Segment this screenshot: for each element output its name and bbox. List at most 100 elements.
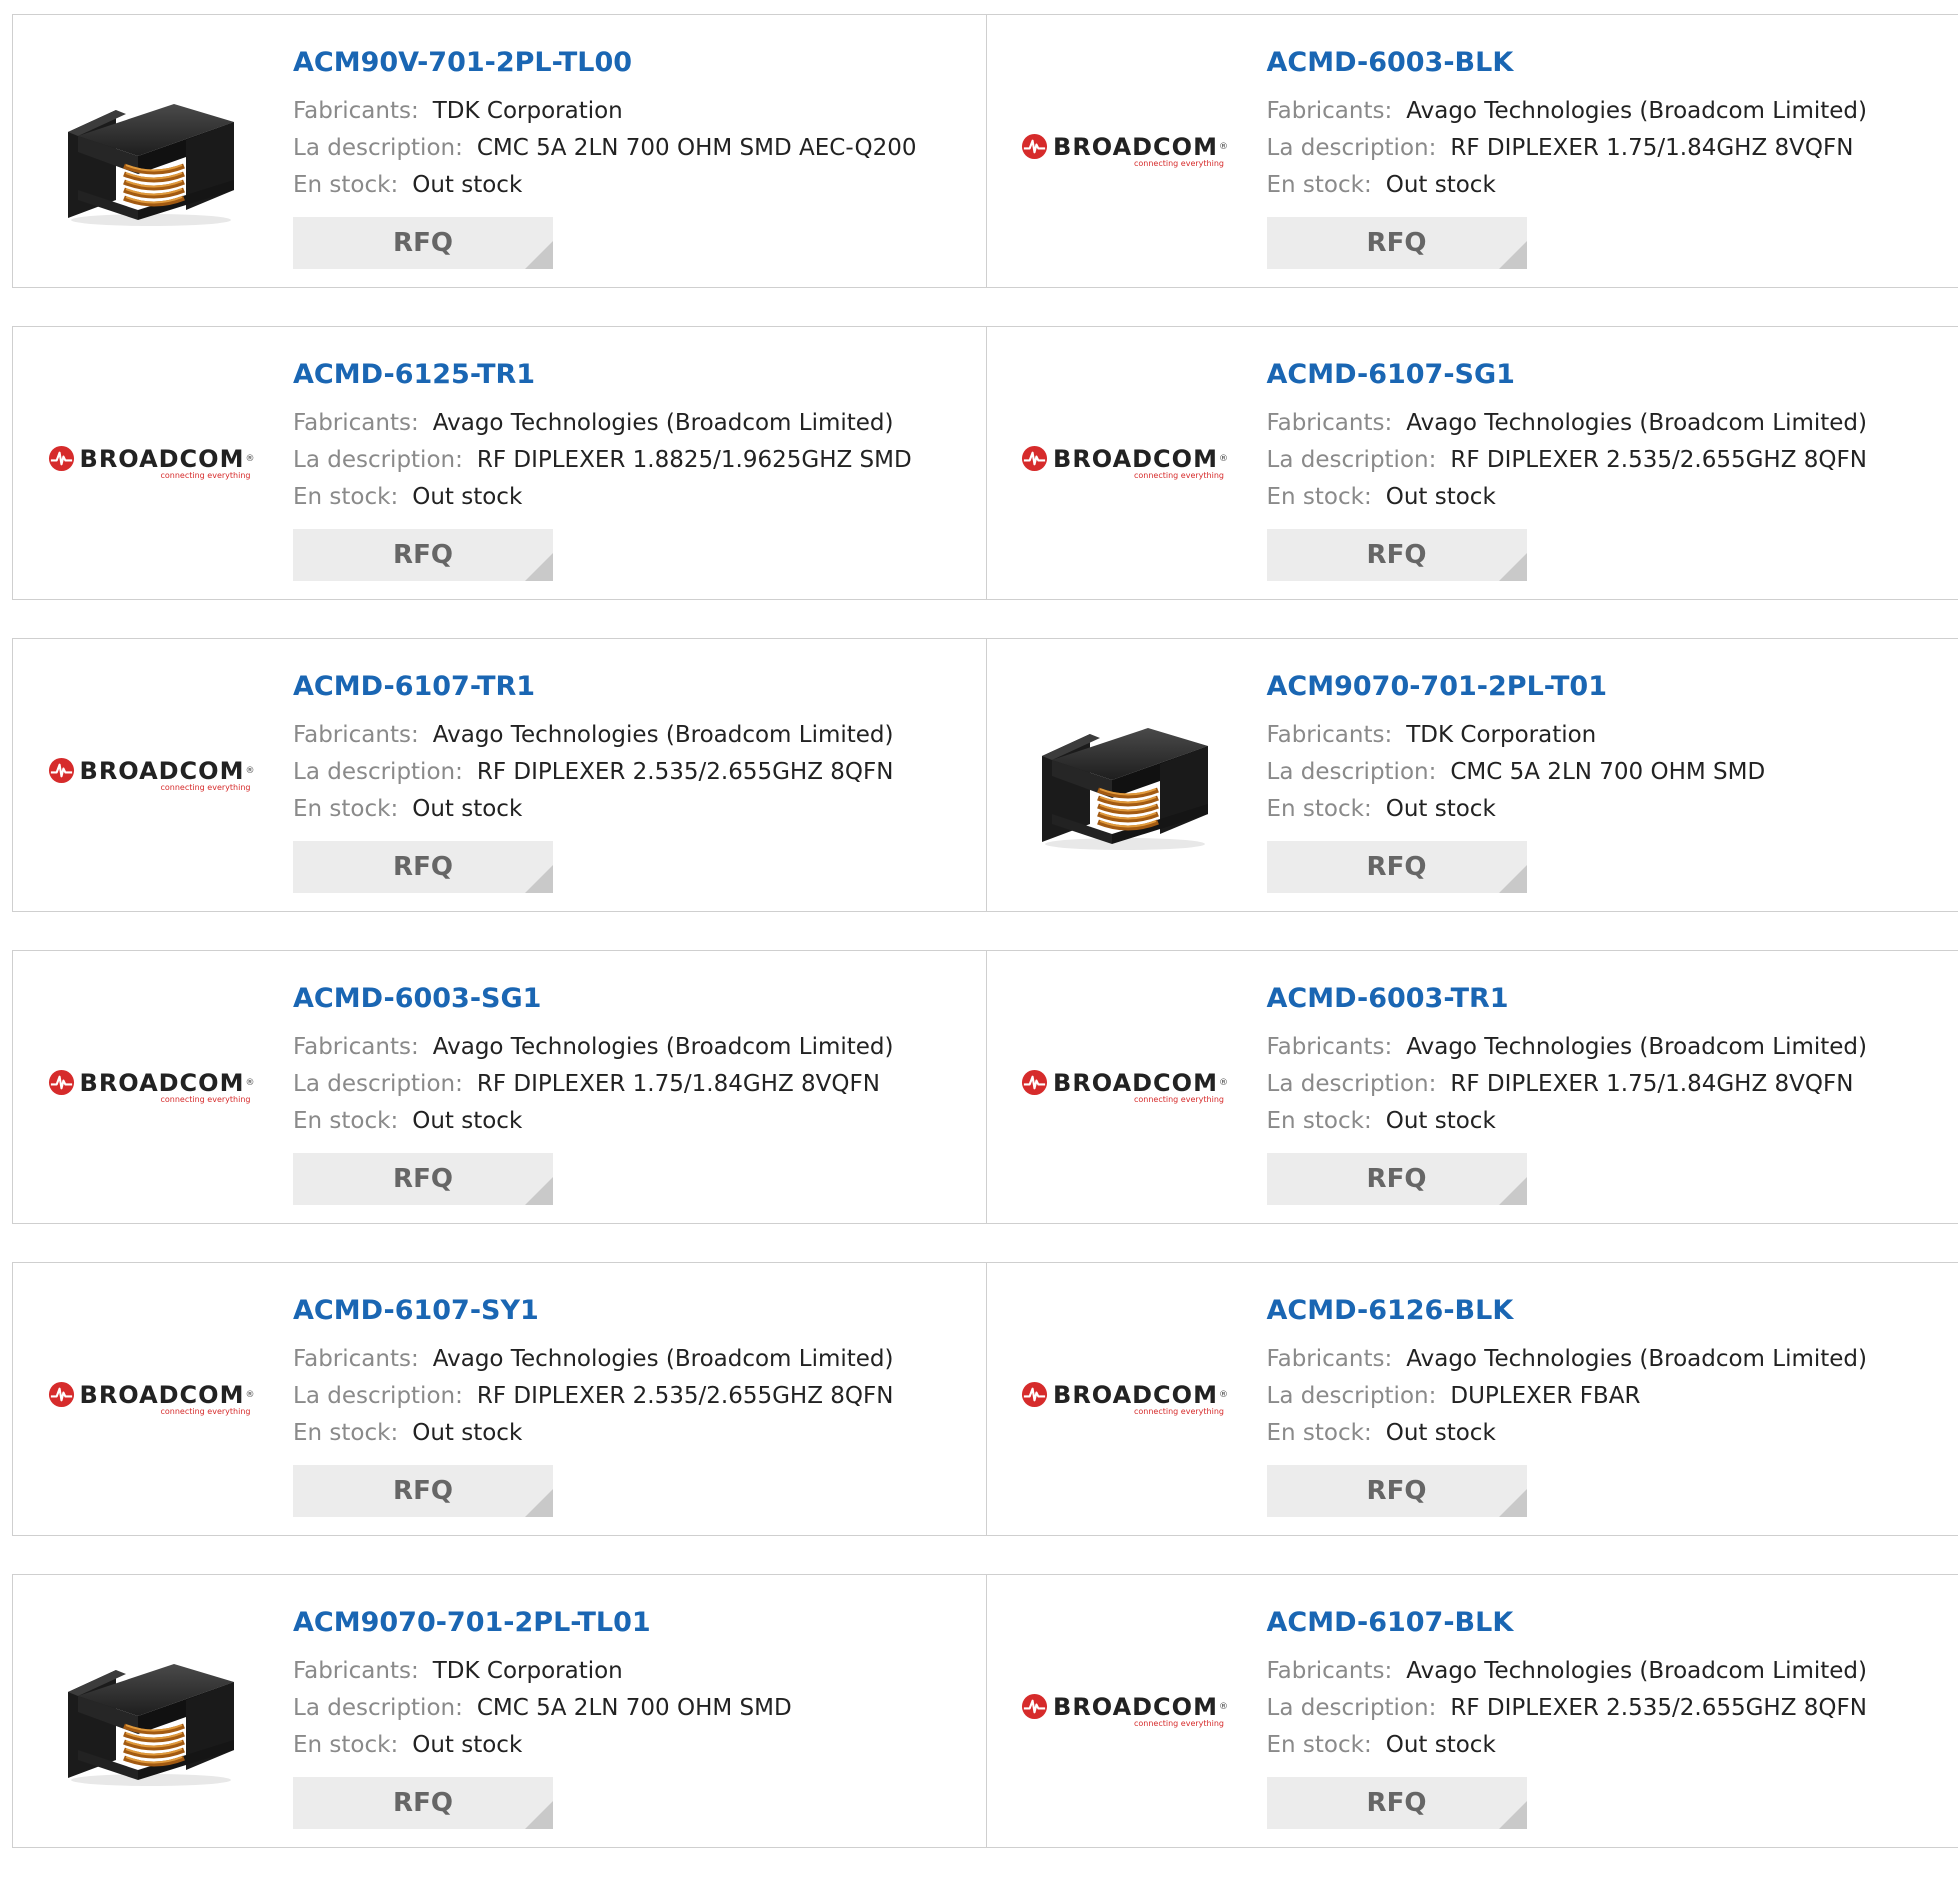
description-line: La description: RF DIPLEXER 1.8825/1.9625… bbox=[293, 442, 912, 479]
rfq-button[interactable]: RFQ bbox=[293, 529, 553, 581]
manufacturer-value: Avago Technologies (Broadcom Limited) bbox=[433, 410, 894, 436]
inductor-chip-image bbox=[1030, 694, 1220, 854]
stock-label: En stock: bbox=[1267, 1732, 1372, 1758]
rfq-button[interactable]: RFQ bbox=[293, 1465, 553, 1517]
broadcom-tagline: connecting everything bbox=[160, 471, 250, 480]
stock-value: Out stock bbox=[1386, 484, 1496, 510]
rfq-button[interactable]: RFQ bbox=[1267, 1777, 1527, 1829]
manufacturer-label: Fabricants: bbox=[293, 1658, 419, 1684]
rfq-button[interactable]: RFQ bbox=[293, 1777, 553, 1829]
description-line: La description:RF DIPLEXER 2.535/2.655GH… bbox=[1267, 442, 1868, 479]
description-value: RF DIPLEXER 1.75/1.84GHZ 8VQFN bbox=[1450, 135, 1853, 161]
rfq-button[interactable]: RFQ bbox=[1267, 1465, 1527, 1517]
stock-label: En stock: bbox=[293, 172, 398, 198]
product-row: BROADCOM® connecting everything ACMD-610… bbox=[12, 638, 1958, 912]
manufacturer-label: Fabricants: bbox=[1267, 722, 1393, 748]
part-number-link[interactable]: ACMD-6003-SG1 bbox=[293, 981, 894, 1017]
stock-value: Out stock bbox=[412, 1108, 522, 1134]
part-number-link[interactable]: ACMD-6126-BLK bbox=[1267, 1293, 1868, 1329]
stock-line: En stock:Out stock bbox=[1267, 167, 1868, 204]
manufacturer-line: Fabricants:Avago Technologies (Broadcom … bbox=[1267, 1029, 1868, 1066]
broadcom-pulse-icon bbox=[1021, 445, 1048, 472]
stock-label: En stock: bbox=[1267, 1108, 1372, 1134]
part-number-link[interactable]: ACMD-6107-SY1 bbox=[293, 1293, 894, 1329]
description-label: La description: bbox=[1267, 759, 1437, 785]
manufacturer-label: Fabricants: bbox=[1267, 1346, 1393, 1372]
stock-line: En stock:Out stock bbox=[293, 1727, 792, 1764]
broadcom-pulse-icon bbox=[48, 1069, 75, 1096]
rfq-label: RFQ bbox=[1367, 852, 1427, 882]
corner-fold-icon bbox=[525, 1801, 553, 1829]
manufacturer-value: Avago Technologies (Broadcom Limited) bbox=[1406, 410, 1867, 436]
corner-fold-icon bbox=[525, 865, 553, 893]
stock-line: En stock: Out stock bbox=[1267, 1103, 1868, 1140]
description-value: RF DIPLEXER 1.8825/1.9625GHZ SMD bbox=[477, 447, 912, 473]
broadcom-logo: BROADCOM® connecting everything bbox=[1021, 1693, 1228, 1728]
part-number-link[interactable]: ACMD-6107-SG1 bbox=[1267, 357, 1868, 393]
rfq-label: RFQ bbox=[1367, 228, 1427, 258]
product-thumbnail[interactable]: BROADCOM® connecting everything bbox=[51, 1001, 251, 1171]
broadcom-logo: BROADCOM® connecting everything bbox=[1021, 445, 1228, 480]
part-number-link[interactable]: ACMD-6125-TR1 bbox=[293, 357, 912, 393]
description-label: La description: bbox=[293, 135, 463, 161]
description-label: La description: bbox=[293, 447, 463, 473]
manufacturer-label: Fabricants: bbox=[293, 98, 419, 124]
product-thumbnail[interactable]: BROADCOM® connecting everything bbox=[51, 689, 251, 859]
description-label: La description: bbox=[293, 759, 463, 785]
manufacturer-value: Avago Technologies (Broadcom Limited) bbox=[433, 1346, 894, 1372]
stock-value: Out stock bbox=[1386, 172, 1496, 198]
manufacturer-value: Avago Technologies (Broadcom Limited) bbox=[1406, 1658, 1867, 1684]
stock-line: En stock:Out stock bbox=[293, 167, 916, 204]
manufacturer-value: Avago Technologies (Broadcom Limited) bbox=[1406, 98, 1867, 124]
product-row: BROADCOM® connecting everything ACMD-612… bbox=[12, 326, 1958, 600]
product-card: BROADCOM® connecting everything ACMD-610… bbox=[13, 639, 986, 911]
manufacturer-line: Fabricants: TDK Corporation bbox=[1267, 717, 1766, 754]
manufacturer-label: Fabricants: bbox=[293, 722, 419, 748]
manufacturer-value: TDK Corporation bbox=[1406, 722, 1596, 748]
stock-line: En stock:Out stock bbox=[293, 791, 894, 828]
corner-fold-icon bbox=[1499, 1801, 1527, 1829]
part-number-link[interactable]: ACM9070-701-2PL-T01 bbox=[1267, 669, 1766, 705]
product-thumbnail[interactable]: BROADCOM® connecting everything bbox=[1025, 377, 1225, 547]
broadcom-pulse-icon bbox=[48, 757, 75, 784]
product-row: BROADCOM® connecting everything ACMD-600… bbox=[12, 950, 1958, 1224]
rfq-button[interactable]: RFQ bbox=[1267, 529, 1527, 581]
product-thumbnail[interactable] bbox=[1025, 689, 1225, 859]
rfq-button[interactable]: RFQ bbox=[293, 841, 553, 893]
description-label: La description: bbox=[293, 1695, 463, 1721]
broadcom-tagline: connecting everything bbox=[1134, 1407, 1224, 1416]
manufacturer-line: Fabricants:Avago Technologies (Broadcom … bbox=[1267, 405, 1868, 442]
broadcom-wordmark: BROADCOM bbox=[80, 1381, 245, 1409]
manufacturer-line: Fabricants: TDK Corporation bbox=[293, 93, 916, 130]
rfq-button[interactable]: RFQ bbox=[293, 1153, 553, 1205]
part-number-link[interactable]: ACM9070-701-2PL-TL01 bbox=[293, 1605, 792, 1641]
product-thumbnail[interactable]: BROADCOM® connecting everything bbox=[1025, 1313, 1225, 1483]
part-number-link[interactable]: ACMD-6003-TR1 bbox=[1267, 981, 1868, 1017]
product-card: BROADCOM® connecting everything ACMD-612… bbox=[986, 1263, 1958, 1535]
part-number-link[interactable]: ACMD-6107-TR1 bbox=[293, 669, 894, 705]
manufacturer-value: TDK Corporation bbox=[433, 98, 623, 124]
broadcom-wordmark: BROADCOM bbox=[1053, 133, 1218, 161]
broadcom-wordmark: BROADCOM bbox=[1053, 1693, 1218, 1721]
part-number-link[interactable]: ACMD-6107-BLK bbox=[1267, 1605, 1868, 1641]
part-number-link[interactable]: ACM90V-701-2PL-TL00 bbox=[293, 45, 916, 81]
rfq-button[interactable]: RFQ bbox=[1267, 841, 1527, 893]
product-card: BROADCOM® connecting everything ACMD-600… bbox=[986, 951, 1958, 1223]
product-thumbnail[interactable]: BROADCOM® connecting everything bbox=[1025, 1625, 1225, 1795]
product-thumbnail[interactable] bbox=[51, 1625, 251, 1795]
part-number-link[interactable]: ACMD-6003-BLK bbox=[1267, 45, 1868, 81]
product-thumbnail[interactable]: BROADCOM® connecting everything bbox=[1025, 1001, 1225, 1171]
description-label: La description: bbox=[293, 1071, 463, 1097]
product-thumbnail[interactable]: BROADCOM® connecting everything bbox=[51, 1313, 251, 1483]
stock-value: Out stock bbox=[1386, 1108, 1496, 1134]
rfq-button[interactable]: RFQ bbox=[1267, 217, 1527, 269]
product-thumbnail[interactable]: BROADCOM® connecting everything bbox=[1025, 65, 1225, 235]
broadcom-tagline: connecting everything bbox=[1134, 1719, 1224, 1728]
rfq-button[interactable]: RFQ bbox=[1267, 1153, 1527, 1205]
rfq-button[interactable]: RFQ bbox=[293, 217, 553, 269]
product-thumbnail[interactable] bbox=[51, 65, 251, 235]
product-thumbnail[interactable]: BROADCOM® connecting everything bbox=[51, 377, 251, 547]
corner-fold-icon bbox=[525, 241, 553, 269]
broadcom-logo: BROADCOM® connecting everything bbox=[1021, 133, 1228, 168]
stock-label: En stock: bbox=[1267, 796, 1372, 822]
